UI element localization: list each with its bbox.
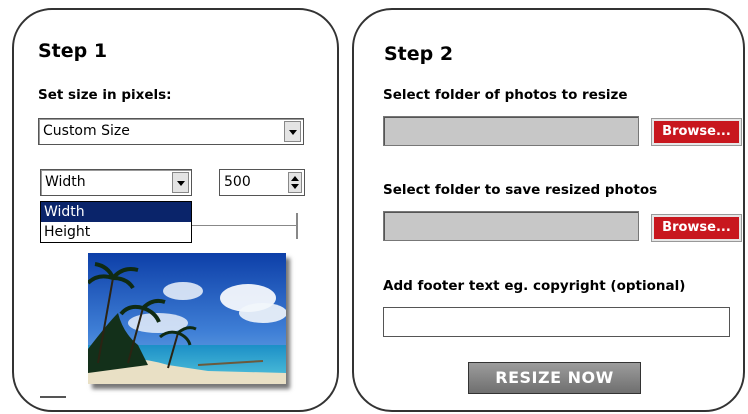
- dest-folder-field[interactable]: [383, 211, 639, 241]
- pixel-value: 500: [224, 174, 251, 190]
- dest-browse-button[interactable]: Browse...: [651, 214, 742, 242]
- dropdown-option-height[interactable]: Height: [41, 222, 191, 242]
- pixel-value-stepper[interactable]: 500: [219, 169, 305, 196]
- chevron-down-icon[interactable]: [284, 121, 301, 142]
- size-label: Set size in pixels:: [38, 87, 172, 103]
- resize-now-button[interactable]: RESIZE NOW: [468, 362, 641, 394]
- chevron-down-icon[interactable]: [172, 172, 189, 193]
- size-preset-value: Custom Size: [43, 123, 130, 139]
- stepper-arrows-icon[interactable]: [288, 172, 302, 193]
- step1-title: Step 1: [38, 40, 108, 62]
- size-preset-select[interactable]: Custom Size: [38, 118, 304, 145]
- divider-dash: [40, 396, 66, 398]
- step2-title: Step 2: [384, 43, 454, 65]
- beach-photo-image: [86, 253, 287, 384]
- footer-text-label: Add footer text eg. copyright (optional): [383, 278, 686, 294]
- step2-panel: [352, 8, 745, 412]
- source-browse-button[interactable]: Browse...: [651, 118, 742, 146]
- dimension-dropdown-list: Width Height: [40, 201, 192, 243]
- dimension-value: Width: [45, 174, 86, 190]
- divider-tick: [296, 213, 298, 239]
- dimension-select[interactable]: Width: [40, 169, 192, 196]
- dropdown-option-width[interactable]: Width: [41, 202, 191, 222]
- footer-text-input[interactable]: [383, 307, 730, 337]
- dest-folder-label: Select folder to save resized photos: [383, 182, 658, 198]
- source-folder-label: Select folder of photos to resize: [383, 87, 628, 103]
- source-folder-field[interactable]: [383, 116, 639, 146]
- divider-line: [192, 225, 296, 226]
- preview-photo: [86, 253, 287, 384]
